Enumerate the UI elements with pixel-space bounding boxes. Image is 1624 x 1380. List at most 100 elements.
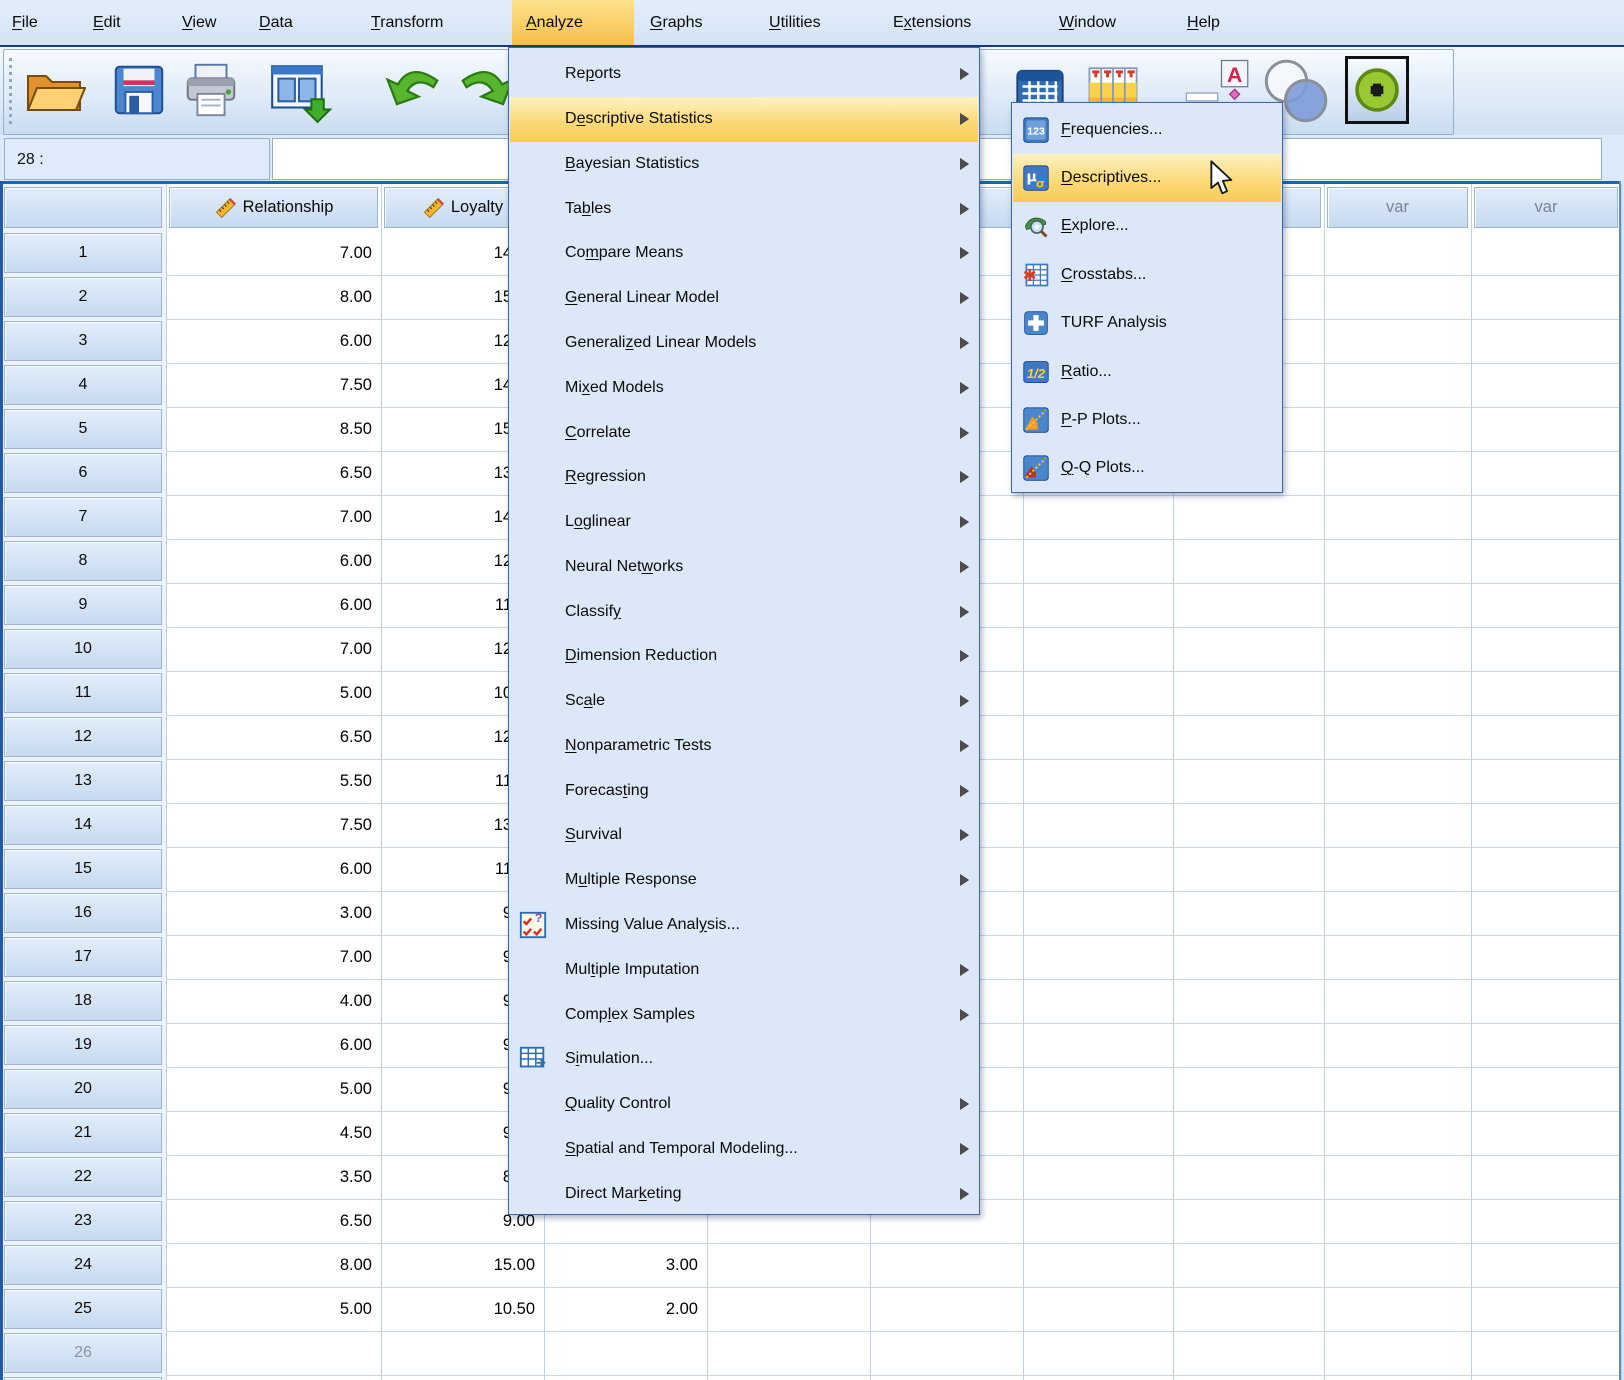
row-header-7[interactable]: 7	[4, 497, 162, 537]
cell-r17-c1[interactable]: 7.00	[166, 935, 372, 979]
cell-r3-c1[interactable]: 6.00	[166, 319, 372, 363]
menu-item-descriptive-statistics[interactable]: Descriptive Statistics	[510, 97, 979, 142]
row-header-3[interactable]: 3	[4, 321, 162, 361]
row-header-9[interactable]: 9	[4, 585, 162, 625]
cell-r22-c1[interactable]: 3.50	[166, 1155, 372, 1199]
menu-item-correlate[interactable]: Correlate	[510, 410, 979, 455]
cell-r7-c1[interactable]: 7.00	[166, 495, 372, 539]
row-header-25[interactable]: 25	[4, 1289, 162, 1329]
menubar-item-data[interactable]: Data	[255, 0, 297, 45]
menubar-item-extensions[interactable]: Extensions	[889, 0, 975, 45]
row-header-22[interactable]: 22	[4, 1157, 162, 1197]
cell-r13-c1[interactable]: 5.50	[166, 759, 372, 803]
menu-item-neural-networks[interactable]: Neural Networks	[510, 544, 979, 589]
recall-dialogs-button[interactable]	[266, 56, 332, 126]
menu-item-multiple-response[interactable]: Multiple Response	[510, 858, 979, 903]
row-header-15[interactable]: 15	[4, 849, 162, 889]
cell-r24-c1[interactable]: 8.00	[166, 1243, 372, 1287]
menubar-item-window[interactable]: Window	[1055, 0, 1120, 45]
row-header-13[interactable]: 13	[4, 761, 162, 801]
cell-r15-c1[interactable]: 6.00	[166, 847, 372, 891]
submenu-item-explore[interactable]: Explore...	[1013, 202, 1282, 250]
cell-r12-c1[interactable]: 6.50	[166, 715, 372, 759]
menu-item-loglinear[interactable]: Loglinear	[510, 500, 979, 545]
cell-r24-c2[interactable]: 15.00	[381, 1243, 535, 1287]
value-labels-button[interactable]: A	[1214, 54, 1254, 102]
print-button[interactable]	[180, 56, 242, 124]
menu-item-forecasting[interactable]: Forecasting	[510, 768, 979, 813]
row-header-6[interactable]: 6	[4, 453, 162, 493]
cell-r1-c1[interactable]: 7.00	[166, 231, 372, 275]
menu-item-reports[interactable]: Reports	[510, 52, 979, 97]
row-header-26[interactable]: 26	[4, 1333, 162, 1373]
row-header-11[interactable]: 11	[4, 673, 162, 713]
menubar-item-transform[interactable]: Transform	[367, 0, 447, 45]
cell-r16-c1[interactable]: 3.00	[166, 891, 372, 935]
menu-item-general-linear-model[interactable]: General Linear Model	[510, 276, 979, 321]
menu-item-bayesian-statistics[interactable]: Bayesian Statistics	[510, 142, 979, 187]
menu-item-mixed-models[interactable]: Mixed Models	[510, 365, 979, 410]
cell-r14-c1[interactable]: 7.50	[166, 803, 372, 847]
menu-item-multiple-imputation[interactable]: Multiple Imputation	[510, 947, 979, 992]
open-data-button[interactable]	[22, 56, 86, 124]
menu-item-compare-means[interactable]: Compare Means	[510, 231, 979, 276]
menu-item-tables[interactable]: Tables	[510, 186, 979, 231]
row-header-24[interactable]: 24	[4, 1245, 162, 1285]
row-header-20[interactable]: 20	[4, 1069, 162, 1109]
menu-item-quality-control[interactable]: Quality Control	[510, 1082, 979, 1127]
menubar-item-help[interactable]: Help	[1183, 0, 1224, 45]
column-header-relationship[interactable]: Relationship	[169, 187, 378, 228]
row-header-8[interactable]: 8	[4, 541, 162, 581]
cell-r6-c1[interactable]: 6.50	[166, 451, 372, 495]
cell-r25-c2[interactable]: 10.50	[381, 1287, 535, 1331]
menubar-item-graphs[interactable]: Graphs	[646, 0, 706, 45]
column-header-var[interactable]: var	[1327, 187, 1468, 228]
undo-button[interactable]	[380, 60, 442, 120]
row-header-16[interactable]: 16	[4, 893, 162, 933]
cell-r18-c1[interactable]: 4.00	[166, 979, 372, 1023]
menu-item-simulation[interactable]: Simulation...	[510, 1037, 979, 1082]
menubar-item-utilities[interactable]: Utilities	[765, 0, 825, 45]
submenu-item-descriptives[interactable]: μ σDescriptives...	[1013, 154, 1282, 202]
column-header-var[interactable]: var	[1474, 187, 1618, 228]
cell-r5-c1[interactable]: 8.50	[166, 407, 372, 451]
grid-corner-header[interactable]	[4, 187, 162, 228]
menubar-item-file[interactable]: File	[8, 0, 42, 45]
cell-r4-c1[interactable]: 7.50	[166, 363, 372, 407]
menubar-item-view[interactable]: View	[178, 0, 220, 45]
menu-item-nonparametric-tests[interactable]: Nonparametric Tests	[510, 724, 979, 769]
cell-r19-c1[interactable]: 6.00	[166, 1023, 372, 1067]
menu-item-complex-samples[interactable]: Complex Samples	[510, 992, 979, 1037]
cell-r10-c1[interactable]: 7.00	[166, 627, 372, 671]
row-header-14[interactable]: 14	[4, 805, 162, 845]
row-header-2[interactable]: 2	[4, 277, 162, 317]
row-header-5[interactable]: 5	[4, 409, 162, 449]
save-button[interactable]	[108, 56, 170, 124]
cell-r20-c1[interactable]: 5.00	[166, 1067, 372, 1111]
row-header-1[interactable]: 1	[4, 233, 162, 273]
submenu-item-p-p-plots[interactable]: P-P Plots...	[1013, 396, 1282, 444]
menu-item-generalized-linear-models[interactable]: Generalized Linear Models	[510, 321, 979, 366]
menu-item-survival[interactable]: Survival	[510, 813, 979, 858]
cell-r24-c3[interactable]: 3.00	[544, 1243, 698, 1287]
menu-item-missing-value-analysis[interactable]: ?Missing Value Analysis...	[510, 903, 979, 948]
cell-r21-c1[interactable]: 4.50	[166, 1111, 372, 1155]
row-header-17[interactable]: 17	[4, 937, 162, 977]
cell-r23-c1[interactable]: 6.50	[166, 1199, 372, 1243]
show-all-variables-button[interactable]	[1345, 56, 1409, 124]
row-header-23[interactable]: 23	[4, 1201, 162, 1241]
toolbar-grip-handle[interactable]	[9, 58, 12, 124]
menubar-item-edit[interactable]: Edit	[89, 0, 125, 45]
menu-item-classify[interactable]: Classify	[510, 589, 979, 634]
submenu-item-frequencies[interactable]: 123Frequencies...	[1013, 106, 1282, 154]
row-header-18[interactable]: 18	[4, 981, 162, 1021]
menu-item-regression[interactable]: Regression	[510, 455, 979, 500]
menubar-item-analyze[interactable]: Analyze	[522, 0, 587, 45]
row-header-10[interactable]: 10	[4, 629, 162, 669]
menu-item-dimension-reduction[interactable]: Dimension Reduction	[510, 634, 979, 679]
row-header-19[interactable]: 19	[4, 1025, 162, 1065]
cell-r25-c1[interactable]: 5.00	[166, 1287, 372, 1331]
submenu-item-crosstabs[interactable]: ✱Crosstabs...	[1013, 251, 1282, 299]
cell-r2-c1[interactable]: 8.00	[166, 275, 372, 319]
cell-r9-c1[interactable]: 6.00	[166, 583, 372, 627]
